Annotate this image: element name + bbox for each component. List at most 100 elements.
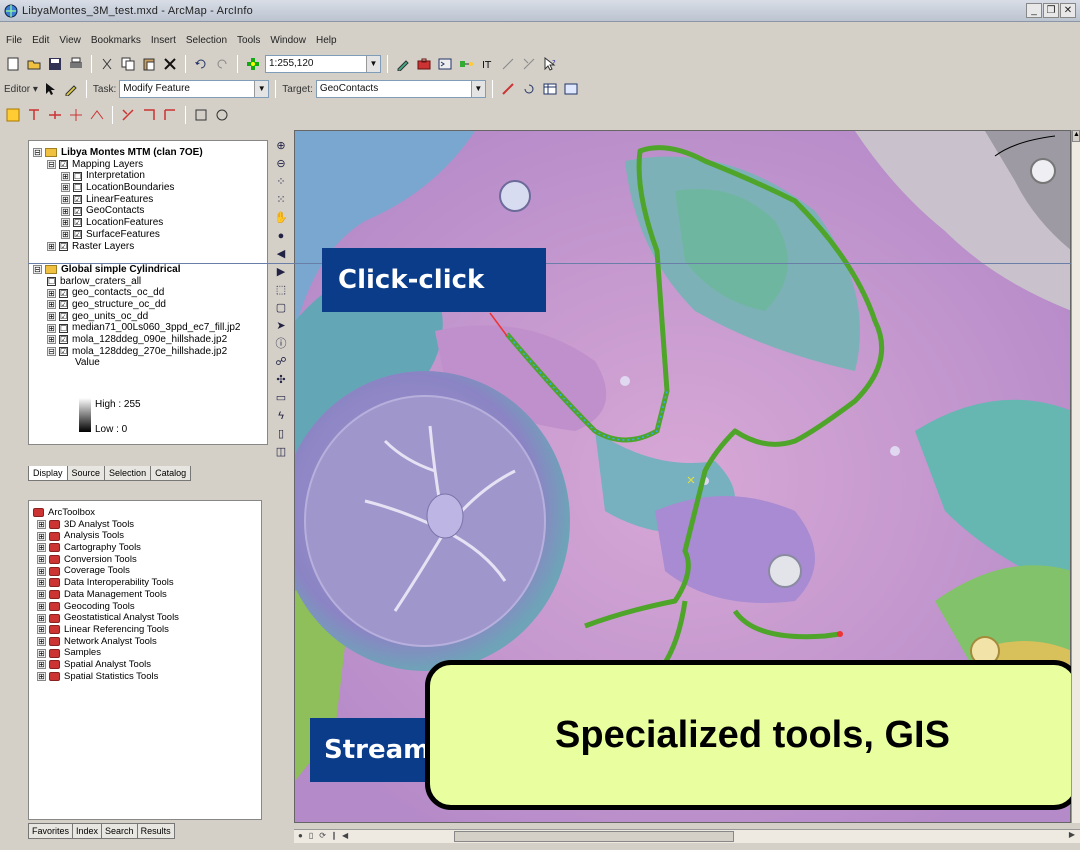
layer-row[interactable]: ⊟ ☑ Mapping Layers [33, 159, 240, 171]
expand-toggle-icon[interactable]: ⊞ [37, 520, 46, 530]
toolbox-item[interactable]: ⊞ Network Analyst Tools [33, 636, 179, 648]
expand-toggle-icon[interactable]: ⊞ [37, 625, 46, 635]
layer-row[interactable]: ⊞ ☑ geo_contacts_oc_dd [33, 287, 240, 299]
close-button[interactable]: ✕ [1060, 3, 1076, 18]
toolbox-item[interactable]: ⊞ Samples [33, 647, 179, 659]
pan-hand-icon[interactable]: ✋ [274, 211, 288, 226]
layer-row[interactable]: ⊟ ☑ mola_128ddeg_270e_hillshade.jp2 [33, 346, 240, 358]
toolbox-item[interactable]: ⊞ Conversion Tools [33, 554, 179, 566]
menu-bookmarks[interactable]: Bookmarks [91, 35, 141, 46]
layer-row[interactable]: ⊞ ☐ Interpretation [33, 170, 240, 182]
rotate-tool-icon[interactable] [520, 80, 538, 98]
attributes-icon[interactable] [541, 80, 559, 98]
expand-toggle-icon[interactable]: ⊞ [47, 311, 56, 321]
expand-toggle-icon[interactable]: ⊞ [37, 555, 46, 565]
expand-toggle-icon[interactable]: ⊞ [61, 218, 70, 228]
fixed-zoom-in-icon[interactable]: ⁘ [274, 175, 288, 190]
chevron-down-icon[interactable]: ▼ [366, 56, 380, 72]
find-binoculars-icon[interactable]: ☍ [274, 355, 288, 370]
layer-row[interactable]: ⊞ ☑ geo_structure_oc_dd [33, 299, 240, 311]
square-shape-icon[interactable] [192, 106, 210, 124]
topology-reshape-icon[interactable] [88, 106, 106, 124]
command-line-icon[interactable] [436, 55, 454, 73]
layer-visibility-checkbox[interactable]: ☑ [59, 160, 68, 170]
layer-row[interactable]: ⊞ ☐ median71_00Ls060_3ppd_ec7_fill.jp2 [33, 322, 240, 334]
open-folder-icon[interactable] [25, 55, 43, 73]
full-extent-globe-icon[interactable]: ● [274, 229, 288, 244]
expand-toggle-icon[interactable]: ⊞ [61, 206, 70, 216]
menu-selection[interactable]: Selection [186, 35, 227, 46]
expand-toggle-icon[interactable]: ⊞ [37, 590, 46, 600]
expand-toggle-icon[interactable]: ⊞ [47, 335, 56, 345]
split-tool-icon[interactable] [499, 80, 517, 98]
scroll-left-icon[interactable]: ◀ [342, 831, 348, 840]
layer-visibility-checkbox[interactable]: ☑ [59, 335, 68, 345]
layer-row[interactable]: ⊞ ☑ LinearFeatures [33, 194, 240, 206]
layer-row[interactable]: ⊞ ☑ mola_128ddeg_090e_hillshade.jp2 [33, 334, 240, 346]
layer-visibility-checkbox[interactable]: ☑ [73, 218, 82, 228]
expand-toggle-icon[interactable]: ⊞ [47, 288, 56, 298]
layer-row[interactable]: Value [33, 357, 240, 369]
toolbox-item[interactable]: ⊞ Spatial Analyst Tools [33, 659, 179, 671]
undo-icon[interactable] [192, 55, 210, 73]
layer-visibility-checkbox[interactable]: ☐ [59, 323, 68, 333]
topology-icon[interactable] [4, 106, 22, 124]
expand-toggle-icon[interactable]: ⊞ [37, 578, 46, 588]
scroll-up-icon[interactable]: ▲ [1072, 130, 1080, 142]
toolbox-root[interactable]: ArcToolbox [33, 507, 179, 519]
map-scale-combo[interactable]: 1:255,120 ▼ [265, 55, 381, 73]
menu-edit[interactable]: Edit [32, 35, 49, 46]
zoom-out-icon[interactable]: ⊖ [274, 157, 288, 172]
layer-row[interactable]: ⊟ Libya Montes MTM (clan 7OE) [33, 147, 240, 159]
chevron-down-icon[interactable]: ▼ [254, 81, 269, 97]
expand-toggle-icon[interactable]: ⊞ [61, 195, 70, 205]
circle-shape-icon[interactable] [213, 106, 231, 124]
edit-tool-arrow-icon[interactable] [41, 80, 59, 98]
tab-search[interactable]: Search [101, 823, 138, 839]
layer-row[interactable]: ⊞ ☐ LocationBoundaries [33, 182, 240, 194]
toolbox-item[interactable]: ⊞ Spatial Statistics Tools [33, 671, 179, 683]
tab-catalog[interactable]: Catalog [150, 466, 192, 481]
expand-toggle-icon[interactable]: ⊞ [37, 613, 46, 623]
layer-visibility-checkbox[interactable]: ☑ [73, 230, 82, 240]
editor-menu[interactable]: Editor ▾ [4, 84, 38, 95]
layout-view-page-icon[interactable]: ▯ [309, 831, 313, 840]
expand-toggle-icon[interactable]: ⊞ [37, 660, 46, 670]
tab-selection[interactable]: Selection [104, 466, 152, 481]
toolbox-item[interactable]: ⊞ 3D Analyst Tools [33, 519, 179, 531]
expand-toggle-icon[interactable]: ⊞ [37, 543, 46, 553]
tab-index[interactable]: Index [72, 823, 103, 839]
time-slider-icon[interactable]: ◫ [274, 445, 288, 460]
select-elements-icon[interactable] [499, 55, 517, 73]
menu-view[interactable]: View [59, 35, 81, 46]
paste-icon[interactable] [140, 55, 158, 73]
forward-arrow-icon[interactable]: ▶ [274, 265, 288, 280]
data-view-globe-icon[interactable]: ● [298, 831, 303, 840]
select-elements-arrow-icon[interactable]: ➤ [274, 319, 288, 334]
go-to-xy-icon[interactable]: ✣ [274, 373, 288, 388]
menu-file[interactable]: File [6, 35, 22, 46]
expand-toggle-icon[interactable]: ⊟ [33, 148, 42, 158]
add-data-icon[interactable] [244, 55, 262, 73]
arctoolbox-icon[interactable] [415, 55, 433, 73]
topology-add-icon[interactable] [67, 106, 85, 124]
sketch-tool-icon[interactable] [62, 80, 80, 98]
fix-topology-icon[interactable] [161, 106, 179, 124]
hyperlink-icon[interactable]: ϟ [274, 409, 288, 424]
layer-row[interactable]: ⊞ ☑ geo_units_oc_dd [33, 311, 240, 323]
target-combo[interactable]: GeoContacts ▼ [315, 80, 486, 98]
select-features-icon[interactable]: ⬚ [274, 283, 288, 298]
minimize-button[interactable]: _ [1026, 3, 1042, 18]
toolbox-item[interactable]: ⊞ Cartography Tools [33, 542, 179, 554]
toolbox-item[interactable]: ⊞ Geostatistical Analyst Tools [33, 612, 179, 624]
layer-visibility-checkbox[interactable]: ☑ [59, 288, 68, 298]
layer-row[interactable]: ⊞ ☑ LocationFeatures [33, 217, 240, 229]
refresh-icon[interactable]: ⟳ [319, 831, 326, 840]
layer-visibility-checkbox[interactable]: ☐ [73, 171, 82, 181]
menu-help[interactable]: Help [316, 35, 337, 46]
expand-toggle-icon[interactable]: ⊞ [37, 648, 46, 658]
scroll-thumb[interactable] [454, 831, 734, 842]
expand-toggle-icon[interactable]: ⊞ [37, 671, 46, 681]
tab-display[interactable]: Display [28, 466, 68, 481]
tab-source[interactable]: Source [66, 466, 106, 481]
